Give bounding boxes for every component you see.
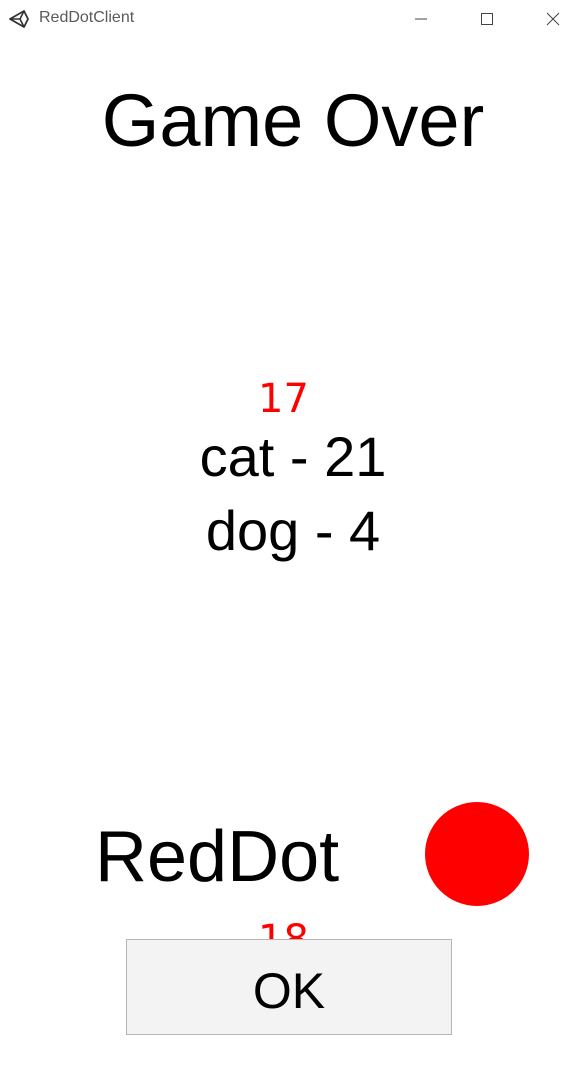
maximize-icon [481, 13, 493, 25]
maximize-button[interactable] [454, 0, 520, 38]
minimize-icon [415, 18, 427, 20]
annotation-label-top: 17 [258, 376, 309, 422]
score-list: cat - 21 dog - 4 [0, 420, 586, 568]
app-window: RedDotClient Game Over 17 cat - 21 dog -… [0, 0, 586, 1079]
title-bar[interactable]: RedDotClient [0, 0, 586, 38]
reddot-label: RedDot [95, 817, 340, 897]
ok-button[interactable]: OK [126, 939, 452, 1035]
window-title: RedDotClient [39, 9, 135, 26]
red-dot [425, 802, 529, 906]
score-line-dog: dog - 4 [205, 499, 381, 562]
unity-icon [8, 9, 30, 29]
score-line-cat: cat - 21 [199, 425, 387, 488]
close-icon [546, 12, 560, 26]
minimize-button[interactable] [388, 0, 454, 38]
game-over-heading: Game Over [101, 79, 485, 162]
close-button[interactable] [520, 0, 586, 38]
